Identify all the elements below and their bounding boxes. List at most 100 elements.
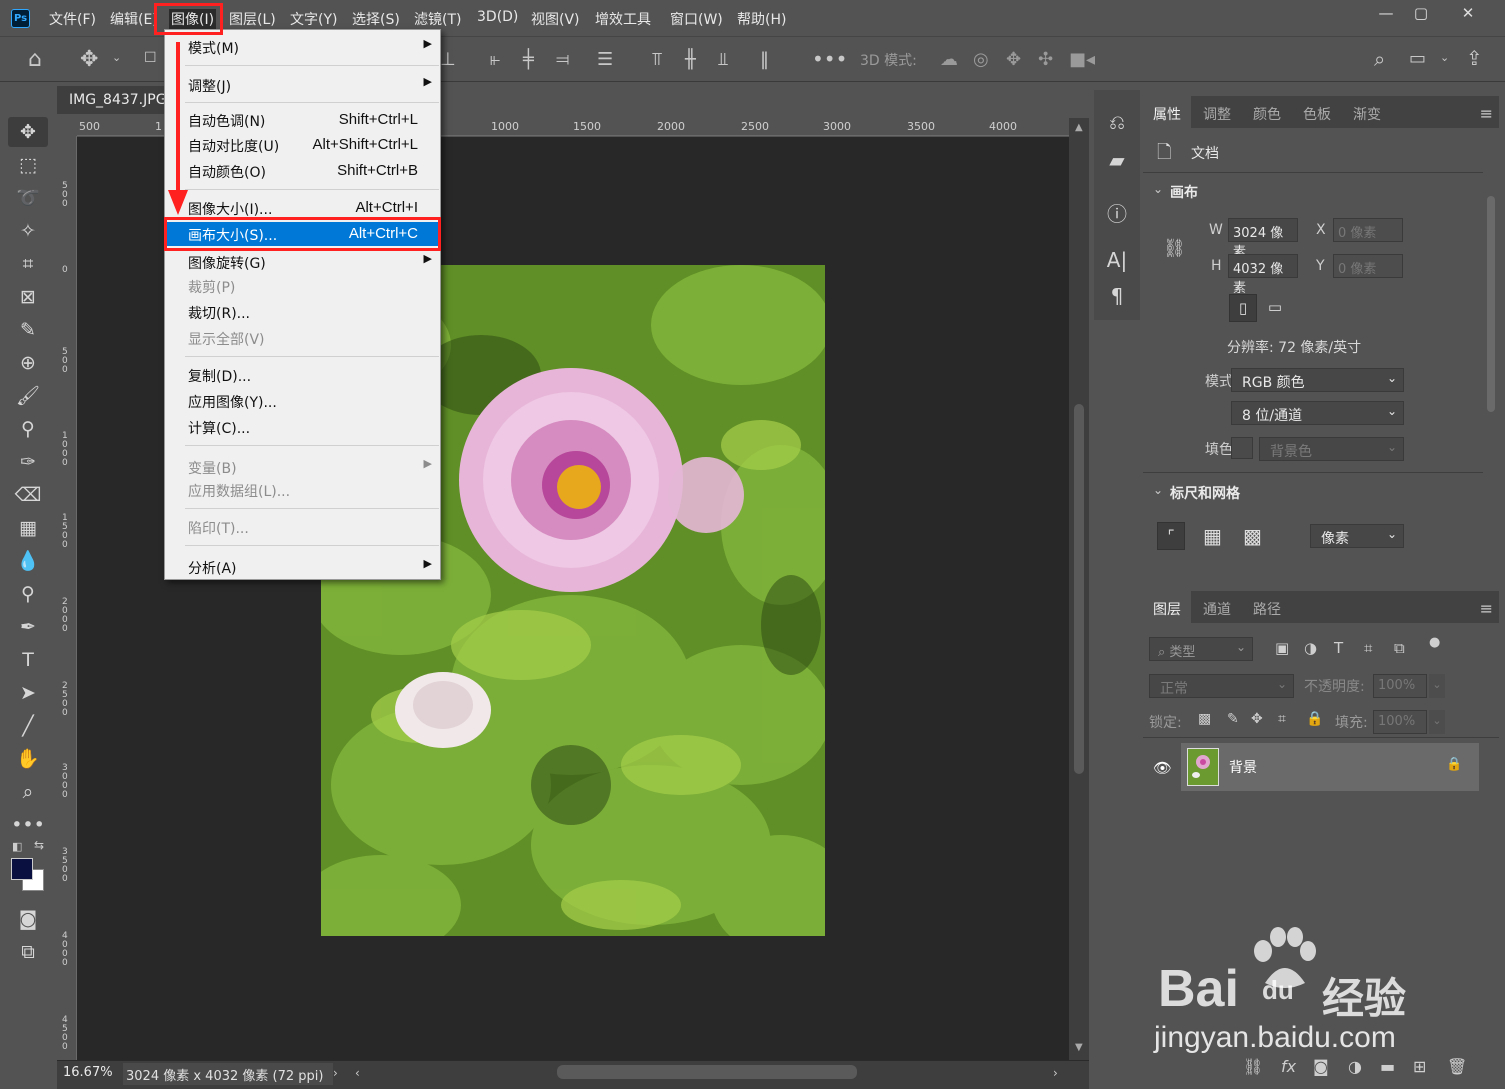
quick-mask-icon[interactable]: ◙ [8, 904, 48, 934]
menu-item-mode[interactable]: 模式(M) ▶ [165, 35, 440, 59]
scroll-left-icon[interactable]: ‹ [355, 1066, 360, 1080]
eyedropper-tool-icon[interactable]: ✎ [8, 315, 48, 345]
panel-menu-icon[interactable]: ≡ [1480, 104, 1493, 123]
y-field[interactable]: 0 像素 [1333, 254, 1403, 278]
link-layers-icon[interactable]: ⛓ [1243, 1057, 1263, 1076]
maximize-button[interactable]: ▢ [1401, 2, 1441, 24]
menu-plugins[interactable]: 增效工具 [595, 9, 651, 29]
height-field[interactable]: 4032 像素 [1228, 254, 1298, 296]
pen-tool-icon[interactable]: ✒ [8, 612, 48, 642]
dodge-tool-icon[interactable]: ⚲ [8, 579, 48, 609]
minimize-button[interactable]: — [1366, 2, 1406, 24]
filter-toggle-icon[interactable]: ● [1429, 635, 1440, 650]
distribute-v-icon[interactable]: ‖ [760, 49, 769, 70]
layer-style-icon[interactable]: fx [1281, 1057, 1296, 1076]
new-group-icon[interactable]: ▬ [1380, 1057, 1395, 1076]
menu-item-trim[interactable]: 裁切(R)... [165, 300, 440, 324]
color-mode-select[interactable]: RGB 颜色 ⌄ [1231, 368, 1404, 392]
zoom-tool-icon[interactable]: ⌕ [8, 777, 48, 807]
chevron-down-icon[interactable]: ⌄ [112, 51, 121, 64]
workspace-icon[interactable]: ▭ [1409, 48, 1426, 69]
menu-item-auto-tone[interactable]: 自动色调(N) Shift+Ctrl+L [165, 108, 440, 132]
search-icon[interactable]: ⌕ [1374, 47, 1385, 71]
vertical-scroll-thumb[interactable] [1074, 404, 1084, 774]
opacity-field[interactable]: 100% [1373, 674, 1427, 698]
vertical-scrollbar[interactable]: ▲ ▼ [1069, 118, 1089, 1060]
menu-window[interactable]: 窗口(W) [670, 9, 723, 29]
tab-paths[interactable]: 路径 [1243, 591, 1291, 623]
blur-tool-icon[interactable]: 💧 [8, 546, 48, 576]
character-icon[interactable]: A| [1105, 248, 1129, 272]
align-right-icon[interactable]: ⫤ [556, 49, 570, 70]
blend-mode-select[interactable]: 正常 ⌄ [1149, 674, 1294, 698]
ruler-unit-select[interactable]: 像素 ⌄ [1310, 524, 1404, 548]
filter-adjustment-icon[interactable]: ◑ [1304, 639, 1317, 657]
scroll-up-icon[interactable]: ▲ [1075, 122, 1083, 133]
lock-image-icon[interactable]: ✎ [1227, 711, 1239, 727]
swap-colors-icon[interactable]: ⇆ [34, 838, 44, 852]
move-tool-icon[interactable]: ✥ [80, 47, 98, 72]
lock-artboard-icon[interactable]: ⌗ [1278, 711, 1286, 727]
foreground-color-swatch[interactable] [11, 858, 33, 880]
tab-channels[interactable]: 通道 [1193, 591, 1241, 623]
menu-item-analysis[interactable]: 分析(A) ▶ [165, 555, 440, 579]
history-icon[interactable]: ⎌ [1105, 110, 1129, 134]
visibility-eye-icon[interactable]: 👁 [1153, 759, 1172, 777]
menu-item-auto-contrast[interactable]: 自动对比度(U) Alt+Shift+Ctrl+L [165, 133, 440, 157]
more-options-icon[interactable]: ••• [812, 47, 847, 71]
type-tool-icon[interactable]: T [8, 645, 48, 675]
filter-shape-icon[interactable]: ⌗ [1364, 639, 1372, 657]
lock-transparent-icon[interactable]: ▩ [1198, 711, 1211, 727]
menu-help[interactable]: 帮助(H) [737, 9, 786, 29]
menu-edit[interactable]: 编辑(E) [110, 9, 158, 29]
align-left-icon[interactable]: ⫦ [490, 49, 500, 70]
layer-row[interactable]: 背景 🔒 [1181, 743, 1479, 791]
path-selection-tool-icon[interactable]: ➤ [8, 678, 48, 708]
align-bottom-icon[interactable]: ⫫ [718, 49, 728, 70]
tab-swatches[interactable]: 色板 [1293, 96, 1341, 128]
distribute-icon[interactable]: ☰ [597, 49, 613, 70]
guides-toggle-icon[interactable]: ▩ [1243, 524, 1262, 548]
home-icon[interactable]: ⌂ [28, 47, 42, 72]
menu-item-calculations[interactable]: 计算(C)... [165, 415, 440, 439]
layer-name[interactable]: 背景 [1229, 757, 1257, 777]
tab-properties[interactable]: 属性 [1143, 96, 1191, 128]
tab-adjustments[interactable]: 调整 [1193, 96, 1241, 128]
filter-type-icon[interactable]: T [1334, 639, 1343, 657]
adjustment-layer-icon[interactable]: ◑ [1348, 1057, 1362, 1076]
menu-item-image-rotation[interactable]: 图像旋转(G) ▶ [165, 250, 440, 274]
lasso-tool-icon[interactable]: ➰ [8, 183, 48, 213]
history-brush-tool-icon[interactable]: ✑ [8, 447, 48, 477]
3d-roll-icon[interactable]: ◎ [973, 49, 989, 70]
tab-color[interactable]: 颜色 [1243, 96, 1291, 128]
scroll-down-icon[interactable]: ▼ [1075, 1042, 1083, 1053]
screen-mode-icon[interactable]: ⧉ [8, 937, 48, 967]
paragraph-icon[interactable]: ¶ [1105, 284, 1129, 308]
3d-pan-icon[interactable]: ✥ [1006, 49, 1021, 70]
menu-layer[interactable]: 图层(L) [229, 9, 276, 29]
collapse-canvas-icon[interactable]: ⌄ [1153, 182, 1163, 196]
3d-camera-icon[interactable]: ■◂ [1069, 49, 1095, 70]
frame-tool-icon[interactable]: ⊠ [8, 282, 48, 312]
lock-position-icon[interactable]: ✥ [1251, 711, 1263, 727]
gradient-tool-icon[interactable]: ▦ [8, 513, 48, 543]
filter-pixel-icon[interactable]: ▣ [1275, 639, 1289, 657]
tab-layers[interactable]: 图层 [1143, 591, 1191, 623]
menu-item-adjustments[interactable]: 调整(J) ▶ [165, 73, 440, 97]
link-icon[interactable]: ⛓ [1163, 238, 1186, 259]
status-chevron-icon[interactable]: › [333, 1066, 338, 1080]
marquee-tool-icon[interactable]: ⬚ [8, 150, 48, 180]
brush-tool-icon[interactable]: 🖌 [8, 381, 48, 411]
hand-tool-icon[interactable]: ✋ [8, 744, 48, 774]
align-center-h-icon[interactable]: ╪ [523, 49, 534, 70]
3d-slide-icon[interactable]: ✣ [1038, 49, 1053, 70]
crop-tool-icon[interactable]: ⌗ [8, 249, 48, 279]
edit-toolbar-icon[interactable]: ••• [8, 810, 48, 840]
fill-color-select[interactable]: 背景色 ⌄ [1259, 437, 1404, 461]
new-layer-icon[interactable]: ⊞ [1413, 1057, 1426, 1076]
grid-toggle-icon[interactable]: ▦ [1203, 524, 1222, 548]
menu-select[interactable]: 选择(S) [352, 9, 400, 29]
menu-item-auto-color[interactable]: 自动颜色(O) Shift+Ctrl+B [165, 159, 440, 183]
bit-depth-select[interactable]: 8 位/通道 ⌄ [1231, 401, 1404, 425]
lock-all-icon[interactable]: 🔒 [1306, 711, 1323, 727]
